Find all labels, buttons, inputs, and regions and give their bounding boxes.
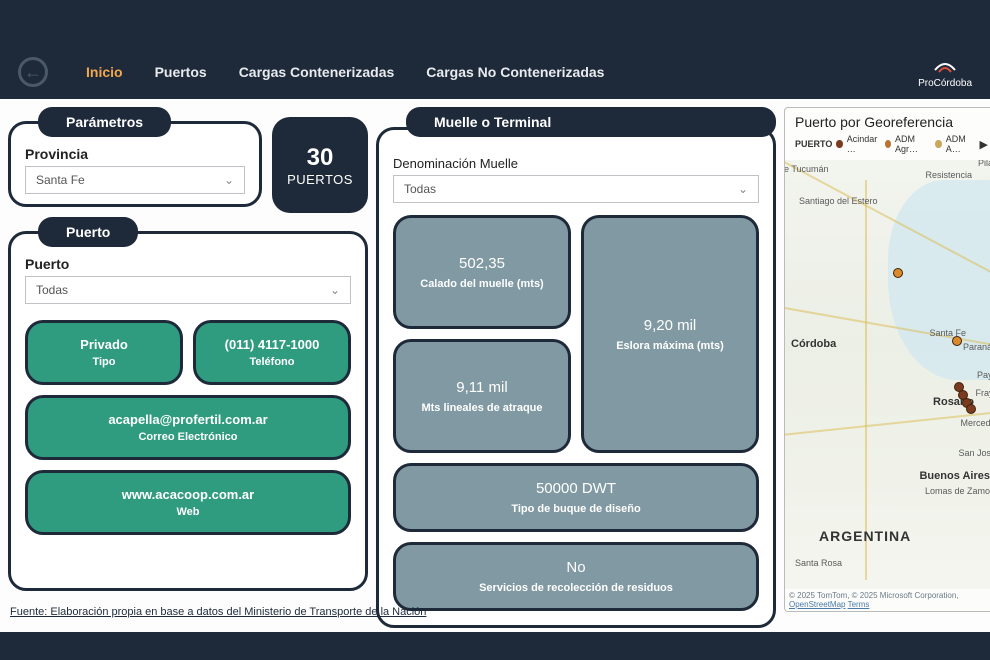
logo-icon [931, 56, 959, 76]
map-pin[interactable] [966, 404, 976, 414]
muelle-header: Muelle o Terminal [406, 107, 776, 137]
logo-text: ProCórdoba [918, 78, 972, 89]
city-buenosaires: Buenos Aires [919, 470, 990, 482]
tile-calado-value: 502,35 [406, 255, 558, 272]
legend-dot-icon [836, 140, 842, 148]
parametros-header: Parámetros [38, 107, 171, 137]
puerto-panel: Puerto Todas ⌄ Privado Tipo (011) 4117-1… [8, 231, 368, 591]
map-panel: Puerto por Georeferencia PUERTO Acindar … [784, 107, 990, 612]
legend-next-icon[interactable]: ▶ [980, 138, 988, 151]
legend-item-3: ADM A… [946, 134, 976, 154]
legend-item-2: ADM Agr… [895, 134, 931, 154]
map-pin[interactable] [893, 268, 903, 278]
denominacion-dropdown[interactable]: Todas ⌄ [393, 175, 759, 203]
legend-dot-icon [935, 140, 941, 148]
puerto-dropdown[interactable]: Todas ⌄ [25, 276, 351, 304]
provincia-dropdown[interactable]: Santa Fe ⌄ [25, 166, 245, 194]
footer-source: Fuente: Elaboración propia en base a dat… [10, 606, 426, 618]
puerto-label: Puerto [25, 256, 351, 272]
terms-link[interactable]: Terms [848, 600, 870, 609]
tile-residuos-label: Servicios de recolección de residuos [406, 582, 746, 594]
tile-residuos: No Servicios de recolección de residuos [393, 542, 759, 611]
tile-calado: 502,35 Calado del muelle (mts) [393, 215, 571, 329]
tile-email: acapella@profertil.com.ar Correo Electró… [25, 395, 351, 460]
map-canvas[interactable]: de Tucumán Santiago del Estero Resistenc… [785, 160, 990, 611]
city-tucuman: de Tucumán [785, 164, 829, 174]
tile-eslora-value: 9,20 mil [594, 317, 746, 334]
map-legend: PUERTO Acindar … ADM Agr… ADM A… ▶ [785, 132, 990, 160]
left-column: Parámetros Provincia Santa Fe ⌄ 30 PUERT… [8, 107, 368, 628]
city-frayb: Fray B [975, 388, 990, 398]
tile-lineales-label: Mts lineales de atraque [406, 402, 558, 414]
tile-lineales-value: 9,11 mil [406, 379, 558, 396]
denominacion-value: Todas [404, 182, 436, 196]
city-pilar: Pilar [978, 160, 990, 168]
map-attribution: © 2025 TomTom, © 2025 Microsoft Corporat… [785, 589, 990, 611]
city-sanjose: San Jose [958, 448, 990, 458]
tile-buque-value: 50000 DWT [406, 480, 746, 497]
tile-web: www.acacoop.com.ar Web [25, 470, 351, 535]
tile-telefono: (011) 4117-1000 Teléfono [193, 320, 351, 385]
tile-email-value: acapella@profertil.com.ar [38, 412, 338, 427]
city-lomas: Lomas de Zamora [925, 486, 990, 496]
city-paysandu: Paysa [977, 370, 990, 380]
legend-label: PUERTO [795, 139, 832, 149]
chevron-down-icon: ⌄ [224, 173, 234, 187]
tile-lineales: 9,11 mil Mts lineales de atraque [393, 339, 571, 453]
map-pin[interactable] [952, 336, 962, 346]
provincia-value: Santa Fe [36, 173, 85, 187]
nav-cargas-no-contenerizadas[interactable]: Cargas No Contenerizadas [426, 64, 604, 80]
city-cordoba: Córdoba [791, 338, 836, 350]
attrib-text: © 2025 TomTom, © 2025 Microsoft Corporat… [789, 591, 959, 600]
tile-calado-label: Calado del muelle (mts) [406, 278, 558, 290]
tile-web-label: Web [38, 506, 338, 518]
middle-column: Muelle o Terminal Denominación Muelle To… [376, 107, 776, 628]
nav-puertos[interactable]: Puertos [155, 64, 207, 80]
tile-tipo: Privado Tipo [25, 320, 183, 385]
city-parana: Paraná [963, 342, 990, 352]
provincia-label: Provincia [25, 146, 245, 162]
tile-web-value: www.acacoop.com.ar [38, 487, 338, 502]
legend-dot-icon [885, 140, 891, 148]
puerto-value: Todas [36, 283, 68, 297]
tile-telefono-label: Teléfono [206, 356, 338, 368]
tile-tipo-value: Privado [38, 337, 170, 352]
tile-buque-label: Tipo de buque de diseño [406, 503, 746, 515]
chevron-down-icon: ⌄ [738, 182, 748, 196]
city-santarosa: Santa Rosa [795, 558, 842, 568]
tile-residuos-value: No [406, 559, 746, 576]
brand-logo: ProCórdoba [918, 56, 972, 89]
city-mercedes: Mercedes [960, 418, 990, 428]
denominacion-label: Denominación Muelle [393, 156, 759, 171]
nav-inicio[interactable]: Inicio [86, 64, 123, 80]
tile-telefono-value: (011) 4117-1000 [206, 337, 338, 352]
app-window: ← Inicio Puertos Cargas Contenerizadas C… [0, 45, 990, 632]
country-argentina: ARGENTINA [819, 528, 911, 544]
muelle-panel: Denominación Muelle Todas ⌄ 502,35 Calad… [376, 127, 776, 628]
tile-tipo-label: Tipo [38, 356, 170, 368]
tile-eslora: 9,20 mil Eslora máxima (mts) [581, 215, 759, 453]
counter-value: 30 [307, 144, 334, 172]
nav-cargas-contenerizadas[interactable]: Cargas Contenerizadas [239, 64, 395, 80]
osm-link[interactable]: OpenStreetMap [789, 600, 845, 609]
tile-eslora-label: Eslora máxima (mts) [594, 340, 746, 352]
back-icon[interactable]: ← [18, 57, 48, 87]
dashboard-board: Parámetros Provincia Santa Fe ⌄ 30 PUERT… [0, 99, 990, 632]
puerto-header: Puerto [38, 217, 138, 247]
puertos-counter: 30 PUERTOS [272, 117, 368, 213]
counter-label: PUERTOS [287, 172, 353, 187]
tile-email-label: Correo Electrónico [38, 431, 338, 443]
top-nav-bar: ← Inicio Puertos Cargas Contenerizadas C… [0, 45, 990, 99]
city-santiago: Santiago del Estero [799, 196, 878, 206]
chevron-down-icon: ⌄ [330, 283, 340, 297]
map-title: Puerto por Georeferencia [785, 108, 990, 132]
tile-buque: 50000 DWT Tipo de buque de diseño [393, 463, 759, 532]
city-resistencia: Resistencia [925, 170, 972, 180]
legend-item-1: Acindar … [847, 134, 881, 154]
